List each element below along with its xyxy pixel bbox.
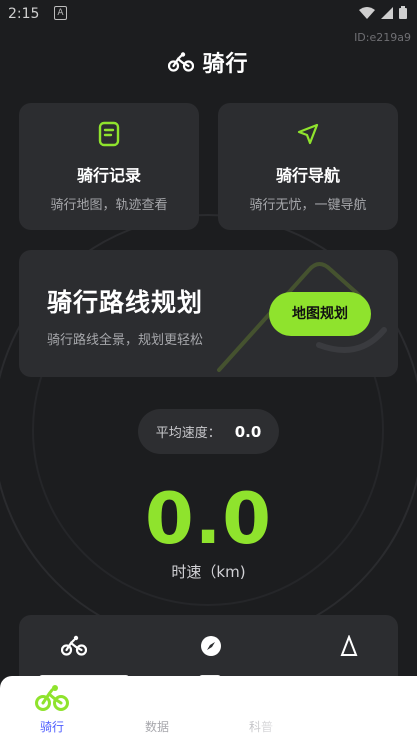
route-planning-subtitle: 骑行路线全景，规划更轻松 [47,333,204,348]
compass-icon [200,635,222,661]
page-title: 骑行 [202,52,249,77]
bicycle-icon [168,52,195,72]
bicycle-icon [35,685,69,711]
average-speed-value: 0.0 [234,422,262,441]
bicycle-icon [60,635,88,661]
ride-navigation-title: 骑行导航 [275,166,340,185]
nav-tab-data-label: 数据 [144,720,169,734]
status-icons [359,6,407,19]
nav-tab-riding-label: 骑行 [39,720,64,734]
nav-tab-data[interactable]: 数据 [117,676,197,743]
ride-record-card[interactable]: 骑行记录 骑行地图，轨迹查看 [19,103,199,230]
average-speed-label: 平均速度： [155,426,221,441]
battery-icon [399,6,407,19]
signal-icon [381,6,393,19]
page-header: 骑行 [0,44,417,80]
id-label: ID:e219a9 [354,31,411,44]
bottom-navigation: 骑行 数据 科普 [0,676,417,743]
ride-navigation-subtitle: 骑行无忧，一键导航 [249,198,367,213]
status-bar: 2:15 A [0,0,417,28]
nav-fade-overlay [230,676,417,743]
mountain-icon [340,634,358,661]
navigation-arrow-icon [295,121,321,151]
route-planning-card[interactable]: 骑行路线规划 骑行路线全景，规划更轻松 地图规划 [19,250,398,377]
ride-navigation-card[interactable]: 骑行导航 骑行无忧，一键导航 [218,103,398,230]
status-time: 2:15 [8,6,40,22]
current-speed-unit: 时速（km) [171,563,246,581]
route-planning-title: 骑行路线规划 [47,288,204,317]
average-speed-pill: 平均速度： 0.0 [138,409,279,454]
current-speed-value: 0.0 [144,478,272,560]
map-planning-button[interactable]: 地图规划 [269,292,371,336]
wifi-icon [359,6,375,19]
notification-icon: A [54,6,67,20]
nav-tab-riding[interactable]: 骑行 [12,676,92,743]
ride-record-subtitle: 骑行地图，轨迹查看 [50,198,168,213]
document-icon [98,121,120,151]
ride-record-title: 骑行记录 [76,166,141,185]
